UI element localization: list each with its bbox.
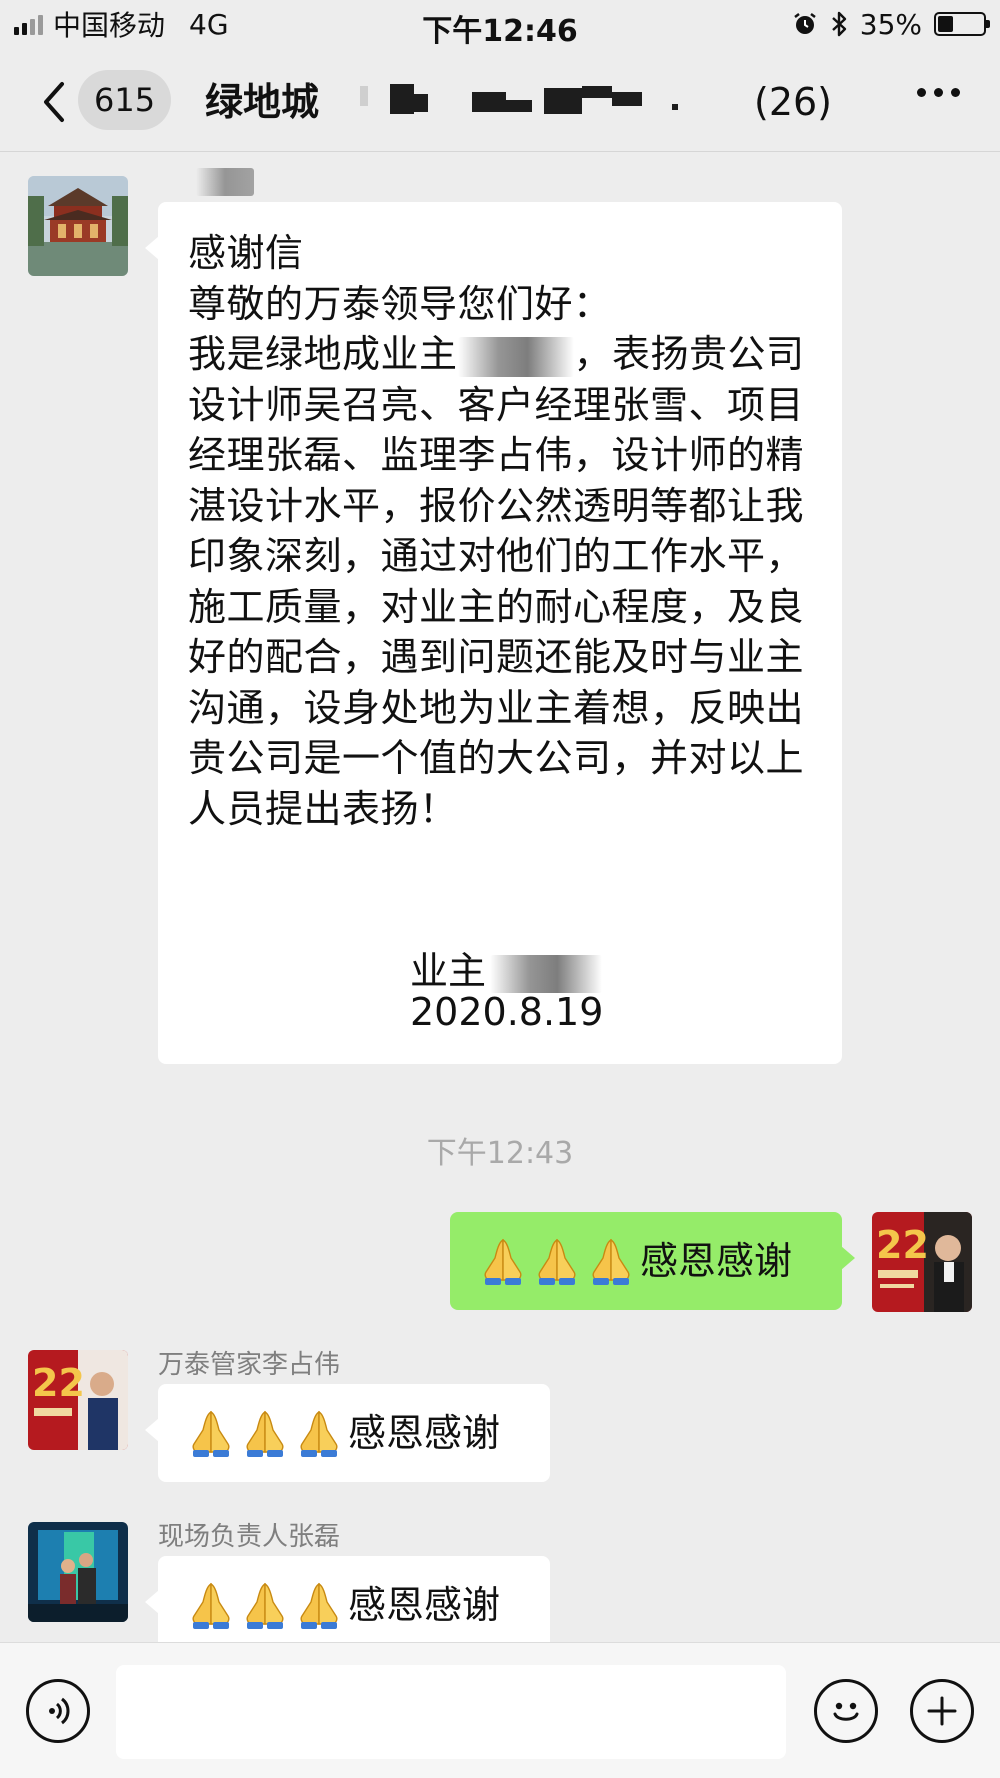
avatar[interactable] [28,176,128,276]
letter-greeting: 尊敬的万泰领导您们好： [188,281,612,326]
sender-name: 现场负责人张磊 [158,1522,341,1552]
chat-header: 615 绿地城 (26) [0,50,1000,152]
incoming-message-text: 感恩感谢 [348,1583,501,1627]
unread-count-badge[interactable]: 615 [78,70,172,130]
my-avatar[interactable]: 22 [872,1212,972,1312]
redacted-signature-name [490,954,603,993]
praying-hands-icon [186,1408,344,1458]
incoming-message-content: 感恩感谢 [158,1556,550,1654]
letter-body-rest: ，表扬贵公司设计师吴召亮、客户经理张雪、项目经理张磊、监理李占伟，设计师的精湛设… [188,332,805,831]
alarm-icon [794,13,816,34]
incoming-message-text: 感恩感谢 [348,1411,501,1455]
letter-date: 2020.8.19 [410,990,604,1034]
back-button[interactable] [30,74,78,130]
more-button[interactable] [917,88,960,97]
plus-icon [927,1696,957,1726]
signature-label: 业主 [410,949,487,993]
letter-title: 感谢信 [188,231,304,275]
letter-message-bubble[interactable]: 感谢信 尊敬的万泰领导您们好： 我是绿地成业主 ，表扬贵公司设计师吴召亮、客户经理… [145,202,842,1064]
avatar[interactable] [28,1522,128,1622]
avatar[interactable]: 22 [28,1350,128,1450]
svg-text:22: 22 [876,1223,929,1267]
outgoing-message-bubble[interactable]: 感恩感谢 [450,1212,855,1310]
plus-button[interactable] [910,1679,974,1743]
sender-name: 万泰管家李占伟 [158,1350,341,1380]
outgoing-message-content: 感恩感谢 [450,1212,842,1310]
voice-icon [49,1697,70,1725]
praying-hands-icon [186,1580,344,1630]
anniversary-poster-avatar-icon: 22 [872,1212,972,1312]
aquarium-photo-avatar-icon [28,1522,128,1622]
redacted-sender-name [196,168,254,196]
svg-text:22: 22 [32,1361,85,1405]
chat-title-text: 绿地城 [205,80,320,124]
letter-body: 我是绿地成业主 ，表扬贵公司设计师吴召亮、客户经理张雪、项目经理张磊、监理李占伟，… [188,329,812,834]
incoming-message-bubble[interactable]: 感恩感谢 [145,1556,550,1654]
message-input[interactable] [116,1665,786,1759]
emoji-button[interactable] [814,1679,878,1743]
redacted-owner-name [457,336,574,377]
status-bar: 中国移动 4G 下午12:46 35% [0,0,1000,50]
chat-title[interactable]: 绿地城 [205,72,319,132]
incoming-message-bubble[interactable]: 感恩感谢 [145,1384,550,1482]
emoji-icon [833,1702,859,1721]
anniversary-poster-avatar-icon: 22 [28,1350,128,1450]
praying-hands-icon [478,1236,636,1286]
status-right: 35% [792,6,990,42]
member-count: (26) [754,80,833,124]
bluetooth-icon [831,11,846,37]
back-icon [44,82,64,122]
battery-percent: 35% [859,7,922,41]
redacted-title-mosaic [360,84,730,126]
incoming-message-content: 感恩感谢 [158,1384,550,1482]
more-icon [917,88,960,97]
pavilion-photo-icon [28,176,128,276]
battery-icon [934,12,990,36]
time-separator: 下午12:43 [426,1136,574,1171]
letter-signature: 业主 [410,940,603,995]
outgoing-message-text: 感恩感谢 [640,1239,793,1283]
input-bar [0,1642,1000,1778]
voice-button[interactable] [26,1679,90,1743]
letter-body-start: 我是绿地成业主 [188,332,458,376]
